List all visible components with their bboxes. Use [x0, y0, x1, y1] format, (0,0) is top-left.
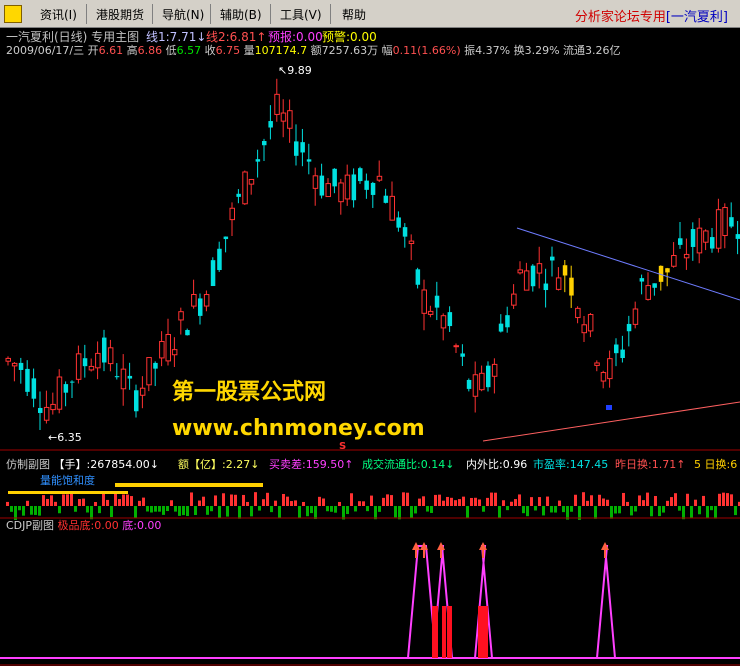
- menu-tools[interactable]: 工具(V): [280, 6, 322, 23]
- sub1-header: 仿制副图 【手】:267854.00↓: [6, 458, 159, 471]
- sub1-five-turn: 5 日换:6: [694, 458, 738, 471]
- low-price-marker: ←6.35: [48, 431, 82, 444]
- watermark-url: www.chnmoney.com: [172, 416, 425, 441]
- stock-chart[interactable]: [0, 28, 740, 666]
- menu-assist[interactable]: 辅助(B): [220, 6, 262, 23]
- sub1-ratio: 成交流通比:0.14↓: [362, 458, 455, 471]
- sub2-header: CDJP副图 极品底:0.00 底:0.00: [6, 519, 162, 532]
- forecast-value: 预报:0.00: [268, 30, 323, 44]
- menu-info[interactable]: 资讯(I): [40, 6, 77, 23]
- signal-lines: [0, 542, 740, 659]
- main-chart-title: 一汽夏利(日线) 专用主图: [6, 30, 140, 44]
- high-price-marker: ↖9.89: [278, 64, 312, 77]
- sub1-pe: 市盈率:147.45: [533, 458, 609, 471]
- promo-text: 分析家论坛专用[一汽夏利]: [574, 10, 728, 25]
- sub1-inout: 内外比:0.96: [466, 458, 528, 471]
- menu-help[interactable]: 帮助: [342, 6, 366, 23]
- watermark-title: 第一股票公式网: [172, 380, 327, 405]
- line2-value: 线2:6.81↑: [206, 30, 267, 44]
- sell-signal-marker: S: [339, 441, 347, 452]
- candlestick-series: [5, 78, 740, 431]
- warning-value: 预警:0.00: [322, 30, 377, 44]
- menu-bar: 资讯(I) 港股期货 导航(N) 辅助(B) 工具(V) 帮助 分析家论坛专用[…: [0, 0, 740, 28]
- app-icon[interactable]: [4, 5, 22, 23]
- volume-bars: [6, 483, 740, 520]
- sub1-buy-sell: 买卖差:159.50↑: [269, 458, 354, 471]
- quote-line: 2009/06/17/三 开6.61 高6.86 低6.57 收6.75 量10…: [6, 44, 621, 57]
- sub1-prev-turn: 昨日换:1.71↑: [615, 458, 686, 471]
- line1-value: 线1:7.71↓: [146, 30, 207, 44]
- sub1-overlay-label: 量能饱和度: [40, 474, 95, 487]
- sub1-amount: 额【亿】:2.27↓: [178, 458, 260, 471]
- menu-navigate[interactable]: 导航(N): [162, 6, 204, 23]
- menu-hk-futures[interactable]: 港股期货: [96, 6, 144, 23]
